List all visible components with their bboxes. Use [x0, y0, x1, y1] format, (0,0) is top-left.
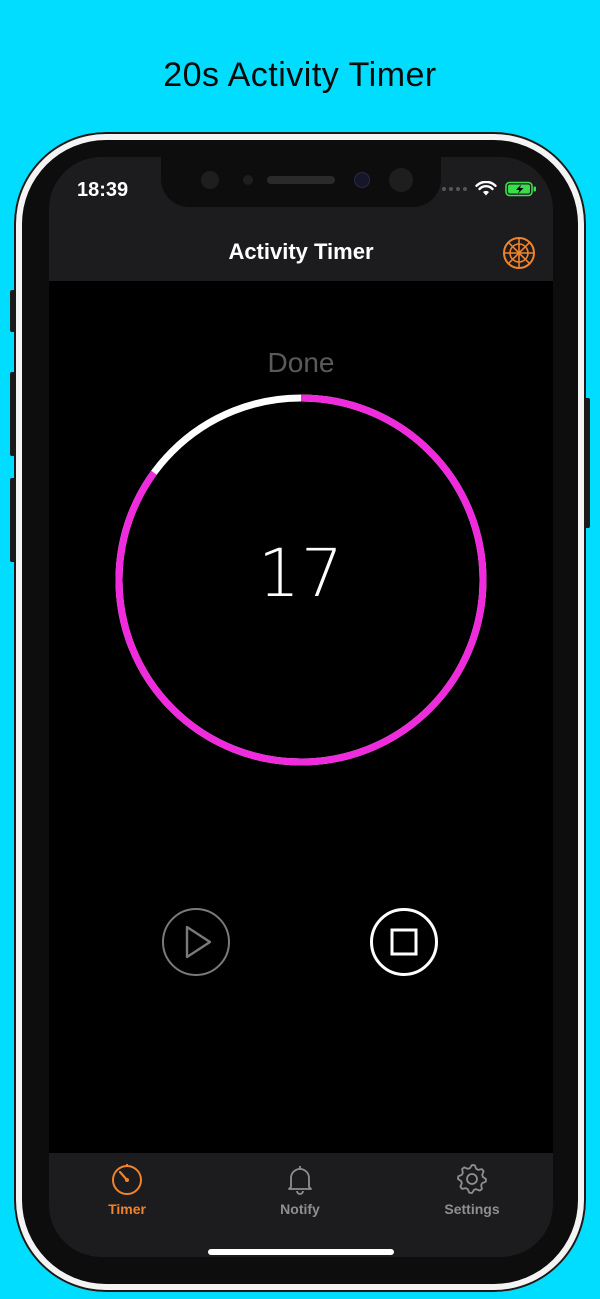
tab-bar: Timer Notify Settings — [49, 1153, 553, 1257]
signal-dots-icon — [442, 187, 467, 191]
volume-down-button — [10, 478, 16, 562]
volume-up-button — [10, 372, 16, 456]
timer-remaining-seconds: 17 — [258, 535, 344, 612]
status-time: 18:39 — [77, 179, 129, 201]
gear-icon — [457, 1164, 487, 1194]
phone-screen: 18:39 Activity Timer Done 17 Timer Notif… — [49, 157, 553, 1257]
bell-icon — [288, 1166, 312, 1195]
tab-settings[interactable]: Settings — [412, 1161, 532, 1217]
promo-title: 20s Activity Timer — [163, 56, 437, 94]
tab-label-notify: Notify — [280, 1201, 320, 1217]
play-icon — [185, 925, 212, 959]
stop-button[interactable] — [370, 908, 438, 976]
tab-label-settings: Settings — [444, 1201, 500, 1217]
tab-timer[interactable]: Timer — [67, 1161, 187, 1217]
nav-title: Activity Timer — [228, 239, 374, 264]
battery-charging-icon — [505, 181, 536, 197]
wifi-icon — [475, 181, 497, 196]
tab-label-timer: Timer — [108, 1201, 146, 1217]
stop-icon — [390, 928, 418, 956]
home-indicator — [208, 1249, 394, 1255]
status-icons — [442, 181, 537, 197]
navigation-bar: Activity Timer — [49, 227, 553, 281]
timer-icon — [112, 1164, 142, 1195]
power-button — [584, 398, 590, 528]
mute-switch — [10, 290, 16, 332]
timer-ring: 17 — [113, 392, 489, 768]
timer-status-label: Done — [267, 347, 335, 378]
wheel-icon[interactable] — [501, 235, 537, 271]
play-button[interactable] — [162, 908, 230, 976]
device-notch — [161, 157, 441, 207]
tab-notify[interactable]: Notify — [240, 1161, 360, 1217]
